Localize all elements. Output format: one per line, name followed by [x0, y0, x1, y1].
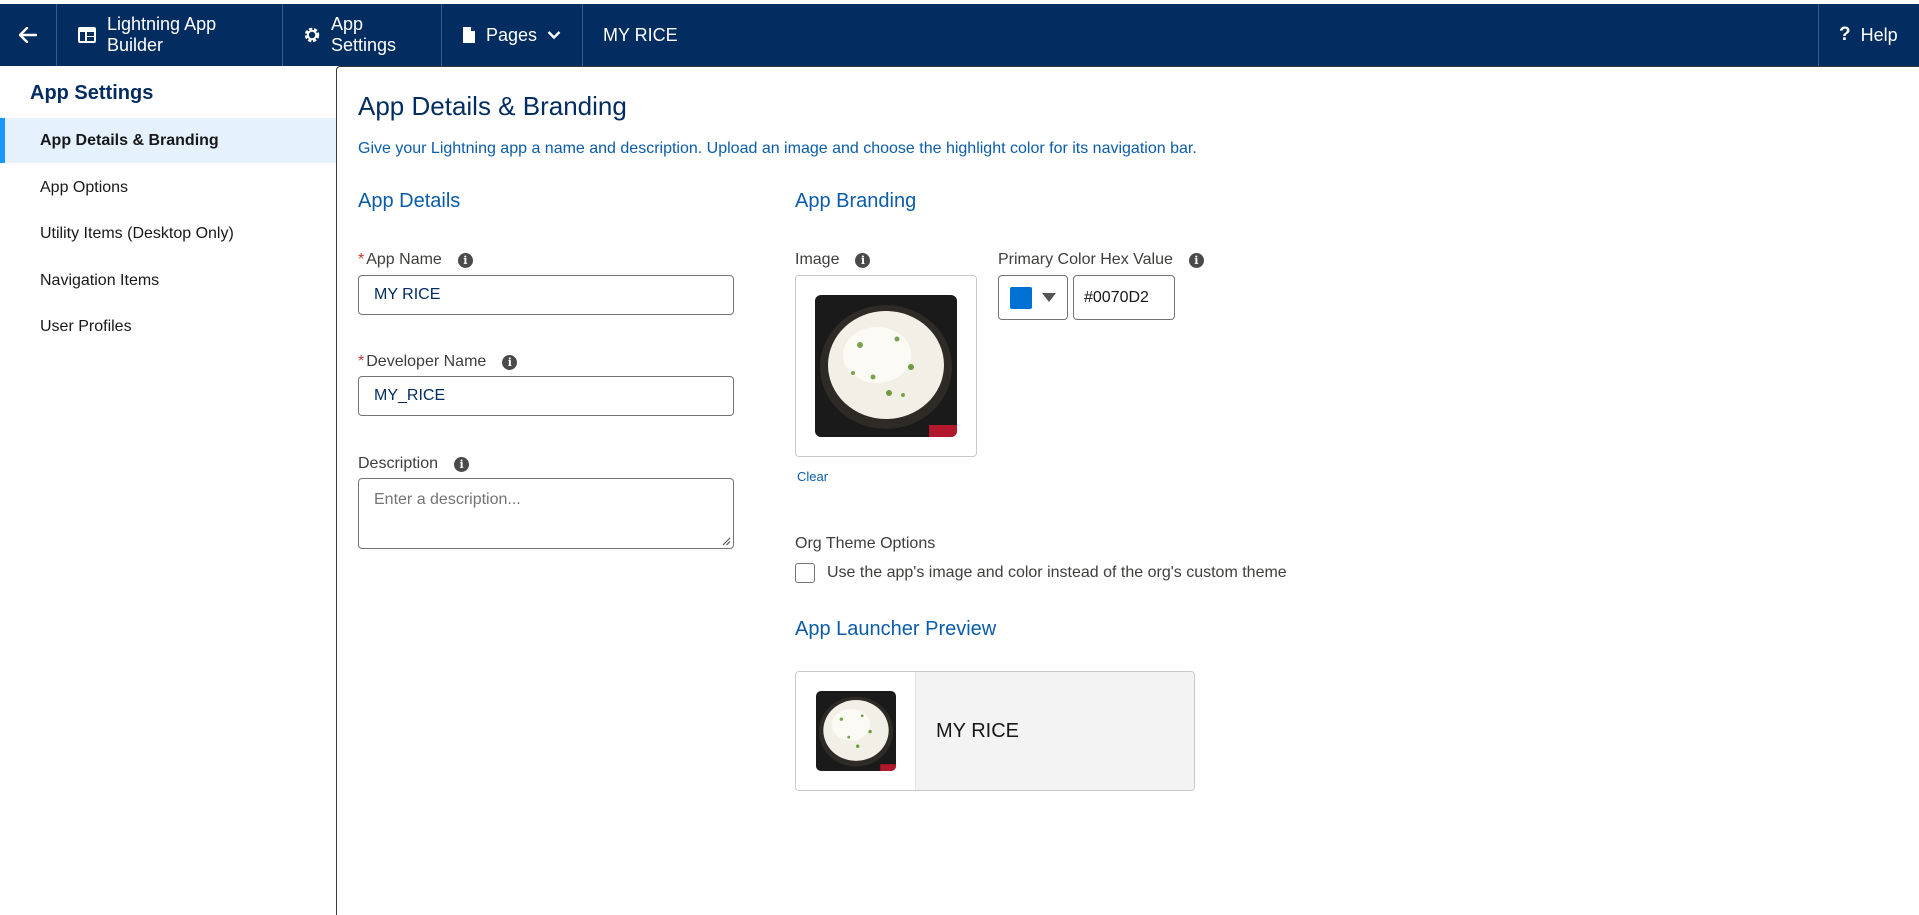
description-field-wrapper: [358, 478, 734, 549]
color-picker-button[interactable]: [998, 275, 1068, 320]
org-theme-checkbox[interactable]: [795, 563, 815, 583]
current-app-name: MY RICE: [603, 24, 678, 45]
info-icon[interactable]: i: [454, 456, 470, 472]
sidebar-item-utility-items[interactable]: Utility Items (Desktop Only): [0, 211, 336, 256]
help-button[interactable]: ? Help: [1818, 4, 1919, 66]
lightning-app-builder-button[interactable]: Lightning App Builder: [57, 4, 283, 66]
org-theme-options-label: Org Theme Options: [795, 535, 936, 552]
primary-color-label: Primary Color Hex Value i: [998, 251, 1204, 269]
app-image-upload[interactable]: [795, 275, 977, 457]
app-launcher-preview-heading: App Launcher Preview: [795, 618, 997, 640]
pages-label: Pages: [486, 24, 538, 45]
info-icon[interactable]: i: [502, 354, 518, 370]
app-details-heading: App Details: [358, 190, 461, 212]
sidebar-item-app-details-branding[interactable]: App Details & Branding: [0, 118, 336, 163]
resize-handle-icon[interactable]: [722, 537, 731, 546]
top-navigation-bar: Lightning App Builder App Settings Pages…: [0, 4, 1919, 66]
page-description: Give your Lightning app a name and descr…: [358, 140, 1197, 157]
org-theme-option: Use the app's image and color instead of…: [795, 563, 1287, 583]
preview-image-area: [796, 672, 916, 790]
app-settings-label: App Settings: [331, 14, 397, 55]
color-swatch: [1010, 286, 1032, 309]
sidebar-item-user-profiles[interactable]: User Profiles: [0, 304, 336, 349]
app-branding-heading: App Branding: [795, 190, 917, 212]
app-name-label: * App Name i: [358, 251, 473, 269]
info-icon[interactable]: i: [855, 252, 871, 268]
page-title: App Details & Branding: [358, 91, 627, 121]
main-panel: App Details & Branding Give your Lightni…: [336, 66, 1919, 915]
rice-image: [815, 295, 957, 437]
sidebar-title: App Settings: [30, 82, 154, 104]
preview-app-name: MY RICE: [916, 672, 1194, 790]
hex-color-input[interactable]: [1073, 275, 1175, 320]
developer-name-label: * Developer Name i: [358, 353, 518, 371]
lightning-app-builder-label: Lightning App Builder: [107, 14, 217, 55]
info-icon[interactable]: i: [457, 252, 473, 268]
back-button[interactable]: [0, 4, 57, 66]
developer-name-input[interactable]: [358, 376, 734, 416]
required-marker: *: [358, 353, 365, 370]
sidebar-item-navigation-items[interactable]: Navigation Items: [0, 258, 336, 303]
page-icon: [462, 26, 476, 44]
app-settings-button[interactable]: App Settings: [283, 4, 442, 66]
clear-image-link[interactable]: Clear: [797, 469, 828, 484]
app-name-input[interactable]: [358, 275, 734, 315]
required-marker: *: [358, 251, 365, 268]
sidebar-item-app-options[interactable]: App Options: [0, 165, 336, 210]
image-label: Image i: [795, 251, 871, 269]
question-icon: ?: [1839, 24, 1851, 45]
preview-rice-image: [815, 691, 896, 771]
gear-icon: [303, 26, 321, 44]
settings-sidebar: App Settings App Details & Branding App …: [0, 66, 336, 915]
layout-icon: [77, 26, 97, 44]
description-textarea[interactable]: [358, 478, 734, 549]
arrow-left-icon: [19, 27, 37, 43]
chevron-down-icon: [547, 30, 561, 40]
caret-down-icon: [1042, 289, 1056, 307]
app-launcher-preview-card: MY RICE: [795, 671, 1195, 791]
pages-dropdown[interactable]: Pages: [442, 4, 583, 66]
description-label: Description i: [358, 455, 470, 473]
info-icon[interactable]: i: [1188, 252, 1204, 268]
org-theme-checkbox-label[interactable]: Use the app's image and color instead of…: [827, 564, 1287, 582]
help-label: Help: [1860, 24, 1898, 45]
